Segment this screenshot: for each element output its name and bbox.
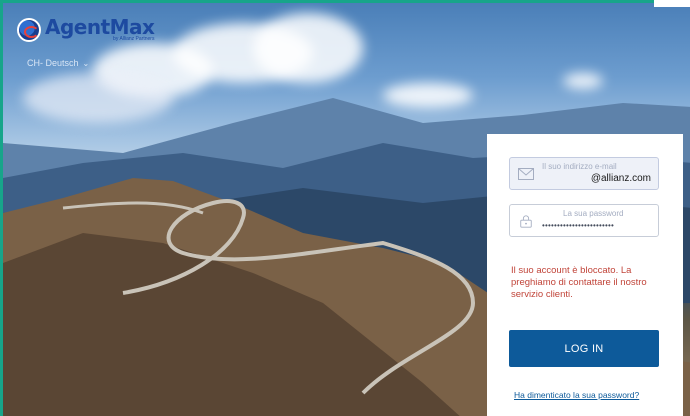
login-card: Il suo indirizzo e-mail @allianz.com La … — [487, 134, 683, 416]
forgot-password-link[interactable]: Ha dimenticato la sua password? — [514, 390, 639, 400]
password-field[interactable]: La sua password •••••••••••••••••••••••• — [509, 204, 659, 237]
top-right-strip — [654, 0, 690, 7]
brand-logo[interactable]: AgentMax by Allianz Partners — [17, 15, 155, 42]
agentmax-logo-icon — [17, 17, 41, 42]
email-field[interactable]: Il suo indirizzo e-mail @allianz.com — [509, 157, 659, 190]
lock-icon — [520, 215, 532, 228]
chevron-down-icon: ⌄ — [82, 58, 90, 68]
password-value: •••••••••••••••••••••••• — [542, 221, 615, 230]
login-button[interactable]: LOG IN — [509, 330, 659, 367]
language-selected: CH- Deutsch — [27, 58, 79, 68]
email-value: @allianz.com — [590, 173, 651, 184]
language-selector[interactable]: CH- Deutsch ⌄ — [27, 58, 89, 68]
email-label: Il suo indirizzo e-mail — [542, 162, 617, 171]
brand-text: AgentMax by Allianz Partners — [45, 15, 155, 42]
brand-name: AgentMax — [45, 15, 155, 39]
password-label: La sua password — [563, 209, 624, 218]
envelope-icon — [518, 168, 534, 180]
error-message: Il suo account è bloccato. La preghiamo … — [511, 265, 647, 300]
